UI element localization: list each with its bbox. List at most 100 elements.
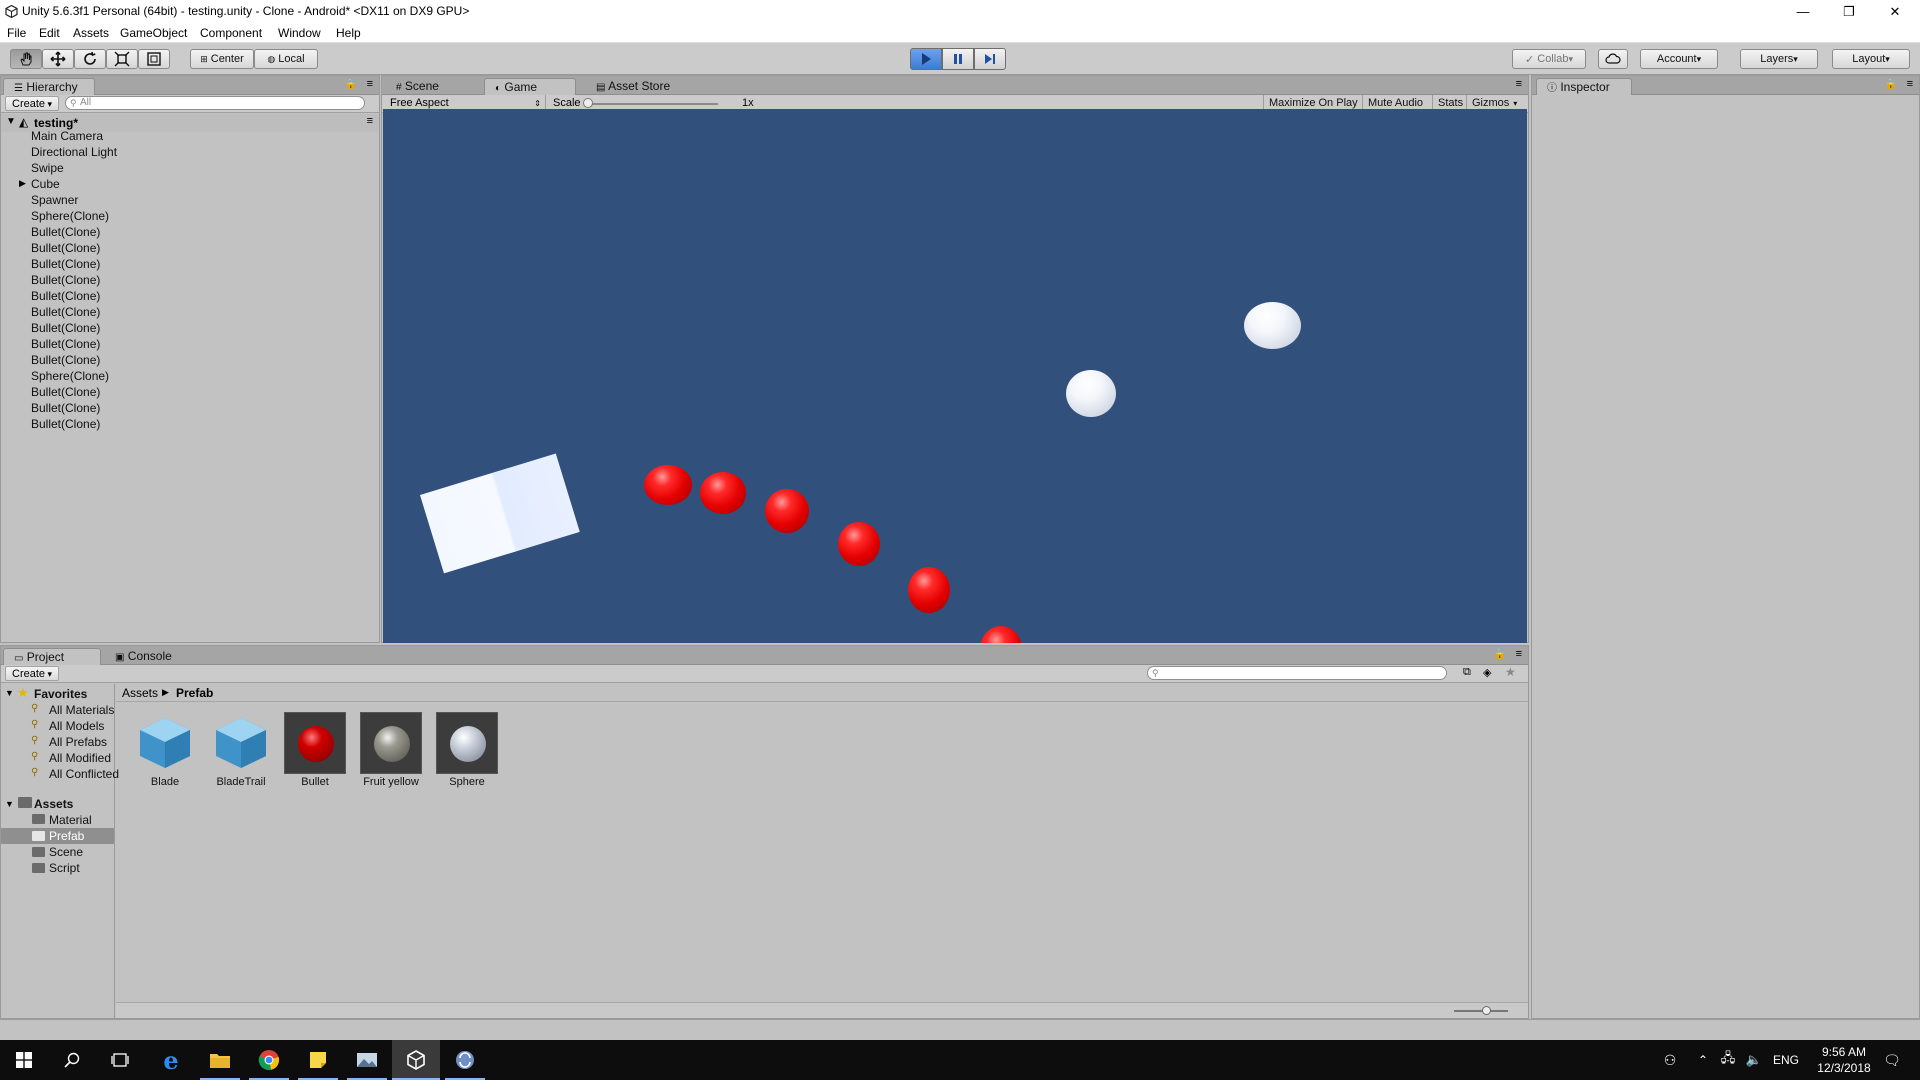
layers-dropdown[interactable]: Layers	[1740, 49, 1818, 69]
hand-tool-button[interactable]	[10, 49, 42, 69]
menu-help[interactable]: Help	[336, 26, 361, 40]
sticky-notes-app[interactable]	[294, 1040, 342, 1080]
unity-app[interactable]	[392, 1040, 440, 1080]
favorite-item[interactable]: All Prefabs	[49, 734, 107, 750]
hierarchy-item[interactable]: Bullet(Clone)	[31, 224, 100, 240]
asset-sphere[interactable]: Sphere	[436, 712, 498, 792]
restore-button[interactable]: ❐	[1826, 0, 1872, 23]
hierarchy-item[interactable]: Swipe	[31, 160, 64, 176]
minimize-button[interactable]: —	[1780, 0, 1826, 23]
hierarchy-item[interactable]: Bullet(Clone)	[31, 288, 100, 304]
menu-assets[interactable]: Assets	[73, 26, 109, 40]
close-button[interactable]: ✕	[1872, 0, 1918, 23]
hierarchy-item[interactable]: Bullet(Clone)	[31, 256, 100, 272]
tab-console[interactable]: ▣ Console	[105, 648, 195, 665]
favorite-star-icon[interactable]: ★	[1505, 665, 1516, 679]
favorite-item[interactable]: All Models	[49, 718, 104, 734]
language-indicator[interactable]: ENG	[1768, 1040, 1804, 1080]
folder-item[interactable]: Script	[49, 860, 80, 876]
tab-game[interactable]: ◐ Game	[484, 78, 576, 95]
scene-menu-icon[interactable]: ≡	[367, 115, 373, 127]
folder-item[interactable]: Scene	[49, 844, 83, 860]
panel-lock-icon[interactable]: 🔒	[345, 79, 357, 90]
tab-inspector[interactable]: ⓘ Inspector	[1536, 78, 1632, 95]
hierarchy-item[interactable]: Bullet(Clone)	[31, 416, 100, 432]
play-button[interactable]	[910, 48, 942, 70]
breadcrumb-item[interactable]: Prefab	[176, 686, 213, 700]
search-button[interactable]	[48, 1040, 96, 1080]
action-center-button[interactable]: 🗨	[1872, 1040, 1912, 1080]
hierarchy-search-input[interactable]: ⚲ All	[65, 96, 365, 110]
rotate-tool-button[interactable]	[74, 49, 106, 69]
thumbnail-size-thumb[interactable]	[1482, 1006, 1491, 1015]
expand-arrow-icon[interactable]: ▼	[5, 688, 14, 698]
project-search-input[interactable]: ⚲	[1147, 666, 1447, 680]
scale-tool-button[interactable]	[106, 49, 138, 69]
expand-arrow-icon[interactable]: ▼	[5, 799, 14, 809]
folder-item[interactable]: Material	[49, 812, 92, 828]
menu-edit[interactable]: Edit	[39, 26, 60, 40]
filter-type-icon[interactable]: ⧉	[1463, 666, 1471, 679]
hierarchy-item[interactable]: Bullet(Clone)	[31, 400, 100, 416]
favorite-item[interactable]: All Conflicted	[49, 766, 119, 782]
project-create-button[interactable]: Create	[5, 666, 60, 681]
network-button[interactable]: 🖧	[1716, 1040, 1740, 1080]
account-dropdown[interactable]: Account	[1640, 49, 1718, 69]
pause-button[interactable]	[942, 48, 974, 70]
tab-project[interactable]: ▭ Project	[3, 648, 101, 665]
menu-component[interactable]: Component	[200, 26, 262, 40]
thumbnail-size-slider[interactable]	[1454, 1006, 1508, 1015]
asset-blade[interactable]: Blade	[134, 712, 196, 792]
scale-slider[interactable]	[583, 98, 718, 108]
asset-bladetrail[interactable]: BladeTrail	[210, 712, 272, 792]
task-view-button[interactable]	[96, 1040, 144, 1080]
pivot-center-button[interactable]: ⊞ Center	[190, 49, 254, 69]
volume-button[interactable]: 🔈	[1742, 1040, 1766, 1080]
assets-root[interactable]: Assets	[34, 796, 73, 812]
asset-bullet[interactable]: Bullet	[284, 712, 346, 792]
file-explorer-app[interactable]	[196, 1040, 244, 1080]
move-tool-button[interactable]	[42, 49, 74, 69]
panel-menu-icon[interactable]: ≡	[1516, 648, 1522, 660]
hierarchy-item[interactable]: Bullet(Clone)	[31, 272, 100, 288]
hierarchy-item[interactable]: Bullet(Clone)	[31, 336, 100, 352]
hierarchy-item[interactable]: Main Camera	[31, 128, 103, 144]
tab-hierarchy[interactable]: ☰ Hierarchy	[3, 78, 95, 95]
filter-label-icon[interactable]: ◈	[1483, 666, 1491, 679]
panel-menu-icon[interactable]: ≡	[367, 78, 373, 90]
menu-file[interactable]: File	[7, 26, 26, 40]
hierarchy-item[interactable]: Bullet(Clone)	[31, 304, 100, 320]
tab-scene[interactable]: # Scene	[386, 78, 476, 95]
hierarchy-create-button[interactable]: Create	[5, 96, 60, 111]
photos-app[interactable]	[343, 1040, 391, 1080]
panel-lock-icon[interactable]: 🔒	[1494, 649, 1506, 660]
panel-lock-icon[interactable]: 🔒	[1885, 79, 1897, 90]
hierarchy-item[interactable]: Bullet(Clone)	[31, 240, 100, 256]
hierarchy-item[interactable]: Bullet(Clone)	[31, 384, 100, 400]
hierarchy-item[interactable]: Spawner	[31, 192, 78, 208]
people-button[interactable]: ⚇	[1656, 1040, 1684, 1080]
cloud-button[interactable]	[1598, 49, 1628, 69]
panel-menu-icon[interactable]: ≡	[1516, 78, 1522, 90]
asset-fruit-yellow[interactable]: Fruit yellow	[360, 712, 422, 792]
hierarchy-item[interactable]: Directional Light	[31, 144, 117, 160]
favorite-item[interactable]: All Materials	[49, 702, 114, 718]
chrome-app[interactable]	[245, 1040, 293, 1080]
start-button[interactable]	[0, 1040, 48, 1080]
tab-asset-store[interactable]: ▤ Asset Store	[586, 78, 696, 95]
breadcrumb-item[interactable]: Assets	[122, 686, 158, 700]
collapse-arrow-icon[interactable]: ▶	[19, 178, 26, 189]
panel-menu-icon[interactable]: ≡	[1907, 78, 1913, 90]
hierarchy-item[interactable]: Bullet(Clone)	[31, 320, 100, 336]
step-button[interactable]	[974, 48, 1006, 70]
rect-tool-button[interactable]	[138, 49, 170, 69]
menu-gameobject[interactable]: GameObject	[120, 26, 187, 40]
hierarchy-item[interactable]: Sphere(Clone)	[31, 208, 109, 224]
layout-dropdown[interactable]: Layout	[1832, 49, 1910, 69]
show-hidden-icons-button[interactable]: ⌃	[1692, 1040, 1714, 1080]
hierarchy-item[interactable]: Sphere(Clone)	[31, 368, 109, 384]
clock[interactable]: 9:56 AM 12/3/2018	[1806, 1040, 1882, 1080]
hierarchy-item[interactable]: Cube	[31, 176, 60, 192]
folder-item-selected[interactable]: Prefab	[49, 828, 84, 844]
pivot-local-button[interactable]: ◍ Local	[254, 49, 318, 69]
